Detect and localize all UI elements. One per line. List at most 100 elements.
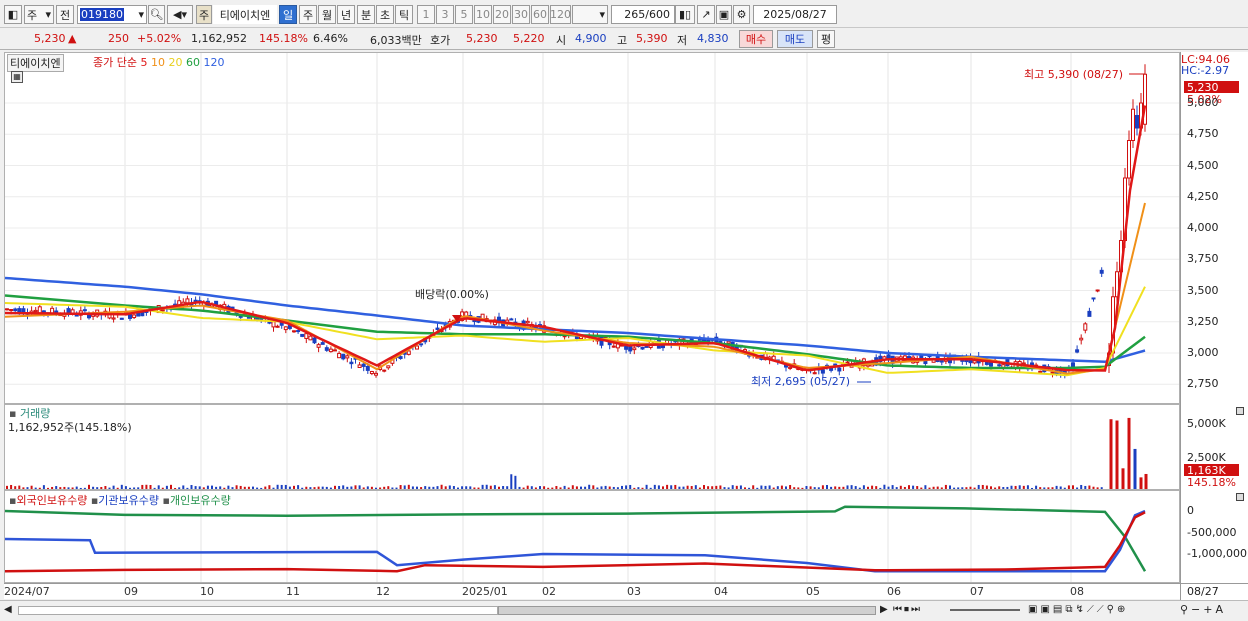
close-icon[interactable] (1236, 407, 1244, 415)
candle-body (939, 360, 944, 363)
period-tick[interactable]: 틱 (395, 5, 413, 24)
scroll-thumb[interactable] (498, 606, 876, 615)
annotation-high: 최고 5,390 (08/27) (1024, 68, 1124, 81)
volume-bar (518, 486, 521, 489)
close-icon[interactable] (1236, 493, 1244, 501)
volume-bar (165, 485, 168, 489)
volume-bar (51, 486, 54, 489)
volume-bar (477, 487, 480, 489)
candle-body (361, 363, 366, 367)
tool-icon[interactable]: ↗ (697, 5, 715, 24)
interval-60[interactable]: 60 (531, 5, 549, 24)
volume-bar (916, 486, 919, 489)
save-icon[interactable]: ▣ (716, 5, 732, 24)
volume-bar (739, 485, 742, 489)
volume-bar (809, 486, 812, 489)
volume-bar (1109, 419, 1113, 489)
calculator-icon[interactable]: ▦ (11, 71, 23, 83)
candle-body (1095, 289, 1100, 292)
zoom-icons[interactable]: ⚲−+A (1180, 603, 1226, 616)
investor-y-axis: 0 -500,000 -1,000,000 (1180, 490, 1248, 583)
volume-bar (502, 486, 505, 489)
volume-chart (6, 405, 1148, 489)
interval-20[interactable]: 20 (493, 5, 511, 24)
volume-bar (616, 487, 619, 489)
interval-3[interactable]: 3 (436, 5, 454, 24)
candle-body (337, 352, 342, 359)
period-day[interactable]: 일 (279, 5, 297, 24)
period-week[interactable]: 주 (299, 5, 317, 24)
change-rate: +5.02% (137, 32, 182, 45)
volume-bar (895, 487, 898, 489)
period-minute[interactable]: 분 (357, 5, 375, 24)
window-icon[interactable]: ◧ (4, 5, 22, 24)
volume-bar (100, 487, 103, 489)
gear-icon[interactable]: ⚙ (733, 5, 750, 24)
volume-bar (317, 486, 320, 489)
speaker-icon[interactable]: ◀▾ (167, 5, 193, 24)
volume-bar (1022, 485, 1025, 489)
volume-bar (350, 486, 353, 489)
volume-bar (1039, 487, 1042, 489)
volume-bar (891, 485, 894, 489)
interval-120[interactable]: 120 (550, 5, 571, 24)
scroll-track[interactable] (18, 606, 498, 615)
ask-price: 5,230 (466, 32, 498, 45)
custom-interval-select[interactable]: ▾ (572, 5, 608, 24)
volume-bar (1018, 485, 1021, 489)
scroll-right-icon[interactable]: ▶ (880, 604, 888, 615)
interval-1[interactable]: 1 (417, 5, 435, 24)
search-icon[interactable]: 🔍︎ (148, 5, 165, 24)
high-value: 5,390 (636, 32, 668, 45)
volume-bar (157, 485, 160, 489)
volume-bar (194, 486, 197, 489)
volume-bar (239, 485, 242, 489)
chart-scrollbar[interactable]: ◀ ▶ ⏮⏹⏭ ▣▣▤⧉↯⟋⟋⚲⊕ ⚲−+A (0, 600, 1248, 621)
scroll-left-icon[interactable]: ◀ (4, 604, 12, 615)
candle-body (341, 353, 346, 360)
stock-tag[interactable]: 티에이치엔 (7, 54, 64, 72)
ma10-label: 10 (150, 56, 165, 69)
volume-bar (625, 485, 628, 489)
code-input[interactable]: 019180 ▾ (77, 5, 147, 24)
prev-button[interactable]: 전 (56, 5, 74, 24)
volume-bar (575, 486, 578, 489)
volume-bar (559, 487, 562, 489)
volume-bar (641, 487, 644, 489)
eval-button[interactable]: 평 (817, 30, 835, 48)
volume-chart-panel[interactable]: ▪ 거래량 1,162,952주(145.18%) (4, 404, 1180, 490)
period-second[interactable]: 초 (376, 5, 394, 24)
interval-10[interactable]: 10 (474, 5, 492, 24)
investor-chart-panel[interactable]: ▪외국인보유수량 ▪기관보유수량 ▪개인보유수량 (4, 490, 1180, 583)
volume-bar (493, 485, 496, 489)
candle-body (275, 325, 280, 328)
price-chart-panel[interactable]: 티에이치엔 종가 단순 5 10 20 60 120 ▦ 최고 5,390 (0… (4, 52, 1180, 404)
volume-bar (1067, 485, 1070, 489)
count-input[interactable]: 265/600 (611, 5, 675, 24)
chart-tools-icon[interactable]: ▣▣▤⧉↯⟋⟋⚲⊕ (1028, 604, 1128, 615)
candle-body (997, 364, 1002, 367)
volume-bar (170, 484, 172, 489)
volume-bar (38, 487, 41, 489)
volume-bar (18, 485, 21, 489)
candle-icon[interactable]: ▮▯ (675, 5, 695, 24)
buy-button[interactable]: 매수 (739, 30, 773, 48)
volume-bar (375, 487, 377, 489)
volume-bar (776, 486, 779, 489)
volume-bar (785, 486, 787, 489)
market-select[interactable]: 주 ▾ (24, 5, 54, 24)
date-input[interactable]: 2025/08/27 (753, 5, 837, 24)
interval-30[interactable]: 30 (512, 5, 530, 24)
period-year[interactable]: 년 (337, 5, 355, 24)
zoom-slider[interactable] (950, 609, 1020, 611)
sell-button[interactable]: 매도 (777, 30, 813, 48)
price-y-tick: 4,750 (1187, 127, 1219, 141)
volume-bar (1072, 485, 1074, 489)
period-month[interactable]: 월 (318, 5, 336, 24)
volume-bar (247, 486, 250, 489)
volume-bar (59, 487, 62, 489)
playback-controls-icon[interactable]: ⏮⏹⏭ (893, 604, 922, 615)
volume-bar (838, 486, 841, 489)
volume-bar (358, 485, 361, 489)
interval-5[interactable]: 5 (455, 5, 473, 24)
